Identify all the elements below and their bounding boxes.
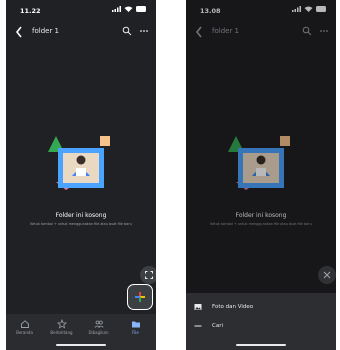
nav-label: Dibagikan xyxy=(88,330,109,335)
nav-label: Beranda xyxy=(16,330,33,335)
nav-label: Berbintang xyxy=(50,330,73,335)
phone-screen-left: 11.22 folder 1 Folder ini kosong Ketuk t… xyxy=(6,0,156,350)
sheet-item-cari[interactable]: Cari xyxy=(194,322,223,330)
nav-item-berbintang[interactable]: Berbintang xyxy=(43,319,80,335)
back-arrow-icon[interactable] xyxy=(14,25,24,39)
folder-title: folder 1 xyxy=(32,27,59,35)
photo-icon xyxy=(194,304,202,310)
home-icon xyxy=(20,320,29,328)
bottom-navigation: Beranda Berbintang Dibagikan File xyxy=(6,314,156,350)
search-icon[interactable] xyxy=(122,26,132,36)
status-icons xyxy=(112,6,146,12)
home-indicator[interactable] xyxy=(56,344,106,346)
app-bar: folder 1 xyxy=(6,24,156,42)
plus-icon xyxy=(135,292,145,302)
status-time: 11.22 xyxy=(20,7,41,15)
nav-label: File xyxy=(132,330,139,335)
sheet-item-label: Cari xyxy=(212,323,223,329)
empty-state-subtitle: Ketuk tombol + untuk menggunakan file at… xyxy=(30,222,132,226)
star-icon xyxy=(56,319,67,329)
search-icon xyxy=(194,325,202,327)
people-icon xyxy=(94,320,104,328)
close-icon xyxy=(323,271,331,279)
sheet-item-foto-dan-video[interactable]: Foto dan Video xyxy=(194,303,253,311)
wifi-icon xyxy=(124,6,133,12)
nav-item-file[interactable]: File xyxy=(117,319,154,335)
home-indicator[interactable] xyxy=(236,344,286,346)
scan-icon xyxy=(145,271,153,279)
signal-icon xyxy=(112,6,121,12)
empty-state-title: Folder ini kosong xyxy=(55,212,107,219)
battery-icon xyxy=(136,6,146,12)
phone-screen-right: 13.08 folder 1 Folder ini kosong Ketuk t… xyxy=(186,0,336,350)
nav-item-dibagikan[interactable]: Dibagikan xyxy=(80,319,117,335)
scan-fab[interactable] xyxy=(140,266,156,284)
scan-fab[interactable] xyxy=(318,266,336,284)
folder-icon xyxy=(131,321,140,328)
sheet-item-label: Foto dan Video xyxy=(212,304,254,310)
nav-item-beranda[interactable]: Beranda xyxy=(6,319,43,335)
empty-folder-illustration xyxy=(48,136,110,190)
more-vert-icon[interactable] xyxy=(139,26,149,36)
new-file-fab[interactable] xyxy=(127,284,153,310)
bottom-sheet: Foto dan Video Cari xyxy=(186,293,336,350)
